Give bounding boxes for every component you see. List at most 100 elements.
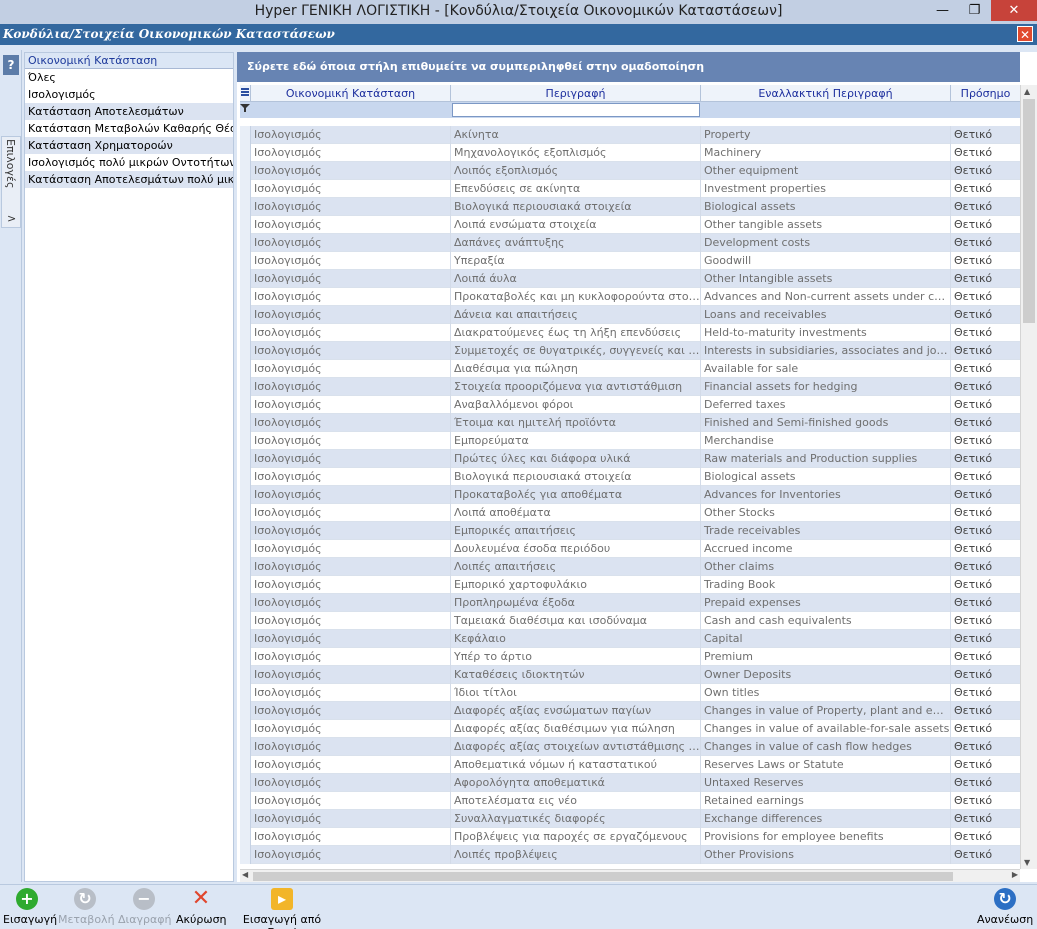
cell-sign[interactable]: Θετικό xyxy=(951,504,1020,522)
cell-sign[interactable]: Θετικό xyxy=(951,360,1020,378)
filter-statement[interactable] xyxy=(251,103,451,117)
scroll-left-icon[interactable]: ◀ xyxy=(242,870,248,879)
cell-description[interactable]: Λοιπά ενσώματα στοιχεία xyxy=(451,216,701,234)
cell-sign[interactable]: Θετικό xyxy=(951,648,1020,666)
row-selector[interactable] xyxy=(240,720,251,738)
cell-description[interactable]: Εμπορικές απαιτήσεις xyxy=(451,522,701,540)
cell-statement[interactable]: Ισολογισμός xyxy=(251,450,451,468)
row-selector[interactable] xyxy=(240,522,251,540)
table-row[interactable]: Ισολογισμός Διαφορές αξίας διαθέσιμων για… xyxy=(240,720,1020,738)
insert-button[interactable]: + Εισαγωγή xyxy=(3,888,57,926)
row-selector[interactable] xyxy=(240,324,251,342)
row-selector[interactable] xyxy=(240,396,251,414)
cell-statement[interactable]: Ισολογισμός xyxy=(251,810,451,828)
cell-description[interactable]: Αποθεματικά νόμων ή καταστατικού xyxy=(451,756,701,774)
table-row[interactable]: Ισολογισμός Προπληρωμένα έξοδα Prepaid exp… xyxy=(240,594,1020,612)
window-close-button[interactable]: ✕ xyxy=(991,0,1037,21)
table-row[interactable]: Ισολογισμός Λοιπά άυλα Other Intangible as… xyxy=(240,270,1020,288)
cell-alt-description[interactable]: Property xyxy=(701,126,951,144)
table-row[interactable]: Ισολογισμός Λοιπά ενσώματα στοιχεία Other … xyxy=(240,216,1020,234)
row-selector[interactable] xyxy=(240,810,251,828)
cell-alt-description[interactable]: Accrued income xyxy=(701,540,951,558)
table-row[interactable]: Ισολογισμός Διακρατούμενες έως τη λήξη επ… xyxy=(240,324,1020,342)
row-selector[interactable] xyxy=(240,288,251,306)
cell-description[interactable]: Υπεραξία xyxy=(451,252,701,270)
cell-statement[interactable]: Ισολογισμός xyxy=(251,306,451,324)
cell-statement[interactable]: Ισολογισμός xyxy=(251,198,451,216)
row-selector[interactable] xyxy=(240,450,251,468)
cell-statement[interactable]: Ισολογισμός xyxy=(251,234,451,252)
cell-statement[interactable]: Ισολογισμός xyxy=(251,342,451,360)
row-selector[interactable] xyxy=(240,378,251,396)
table-row[interactable]: Ισολογισμός Αποθεματικά νόμων ή καταστατι… xyxy=(240,756,1020,774)
cell-sign[interactable]: Θετικό xyxy=(951,396,1020,414)
cell-sign[interactable]: Θετικό xyxy=(951,162,1020,180)
refresh-button[interactable]: ↻ Ανανέωση xyxy=(977,888,1033,926)
row-selector[interactable] xyxy=(240,414,251,432)
cell-statement[interactable]: Ισολογισμός xyxy=(251,540,451,558)
row-selector[interactable] xyxy=(240,684,251,702)
cell-description[interactable]: Προκαταβολές για αποθέματα xyxy=(451,486,701,504)
cell-description[interactable]: Διαφορές αξίας ενσώματων παγίων xyxy=(451,702,701,720)
cell-sign[interactable]: Θετικό xyxy=(951,180,1020,198)
table-row[interactable]: Ισολογισμός Εμπορικές απαιτήσεις Trade rec… xyxy=(240,522,1020,540)
cell-sign[interactable]: Θετικό xyxy=(951,774,1020,792)
row-selector[interactable] xyxy=(240,342,251,360)
row-selector[interactable] xyxy=(240,612,251,630)
category-item[interactable]: Κατάσταση Αποτελεσμάτων xyxy=(25,103,233,120)
cell-description[interactable]: Εμπορικό χαρτοφυλάκιο xyxy=(451,576,701,594)
row-selector[interactable] xyxy=(240,630,251,648)
cell-alt-description[interactable]: Changes in value of available-for-sale a… xyxy=(701,720,951,738)
restore-button[interactable]: ❐ xyxy=(961,0,988,21)
cell-description[interactable]: Συναλλαγματικές διαφορές xyxy=(451,810,701,828)
cell-sign[interactable]: Θετικό xyxy=(951,792,1020,810)
filter-alt-description[interactable] xyxy=(701,103,951,117)
cell-alt-description[interactable]: Machinery xyxy=(701,144,951,162)
row-selector[interactable] xyxy=(240,756,251,774)
cell-sign[interactable]: Θετικό xyxy=(951,216,1020,234)
cell-description[interactable]: Βιολογικά περιουσιακά στοιχεία xyxy=(451,468,701,486)
cell-alt-description[interactable]: Loans and receivables xyxy=(701,306,951,324)
cell-statement[interactable]: Ισολογισμός xyxy=(251,252,451,270)
row-selector[interactable] xyxy=(240,828,251,846)
scroll-right-icon[interactable]: ▶ xyxy=(1012,870,1018,879)
cell-sign[interactable]: Θετικό xyxy=(951,828,1020,846)
cell-statement[interactable]: Ισολογισμός xyxy=(251,324,451,342)
row-selector[interactable] xyxy=(240,792,251,810)
cell-statement[interactable]: Ισολογισμός xyxy=(251,468,451,486)
cell-description[interactable]: Βιολογικά περιουσιακά στοιχεία xyxy=(451,198,701,216)
table-row[interactable]: Ισολογισμός Λοιπός εξοπλισμός Other equipm… xyxy=(240,162,1020,180)
table-row[interactable]: Ισολογισμός Διαφορές αξίας στοιχείων αντι… xyxy=(240,738,1020,756)
category-item[interactable]: Ισολογισμός πολύ μικρών Οντοτήτων xyxy=(25,154,233,171)
cell-alt-description[interactable]: Prepaid expenses xyxy=(701,594,951,612)
row-selector[interactable] xyxy=(240,216,251,234)
cell-statement[interactable]: Ισολογισμός xyxy=(251,594,451,612)
cell-description[interactable]: Προβλέψεις για παροχές σε εργαζόμενους xyxy=(451,828,701,846)
table-row[interactable]: Ισολογισμός Συμμετοχές σε θυγατρικές, συγ… xyxy=(240,342,1020,360)
row-selector[interactable] xyxy=(240,594,251,612)
cell-statement[interactable]: Ισολογισμός xyxy=(251,486,451,504)
cell-description[interactable]: Ίδιοι τίτλοι xyxy=(451,684,701,702)
cell-statement[interactable]: Ισολογισμός xyxy=(251,630,451,648)
table-row[interactable]: Ισολογισμός Λοιπές απαιτήσεις Other claims… xyxy=(240,558,1020,576)
cell-sign[interactable]: Θετικό xyxy=(951,306,1020,324)
cell-alt-description[interactable]: Own titles xyxy=(701,684,951,702)
table-row[interactable]: Ισολογισμός Διαφορές αξίας ενσώματων παγί… xyxy=(240,702,1020,720)
row-selector[interactable] xyxy=(240,702,251,720)
cell-statement[interactable]: Ισολογισμός xyxy=(251,828,451,846)
cell-description[interactable]: Δουλευμένα έσοδα περιόδου xyxy=(451,540,701,558)
cell-alt-description[interactable]: Exchange differences xyxy=(701,810,951,828)
cell-statement[interactable]: Ισολογισμός xyxy=(251,360,451,378)
cell-sign[interactable]: Θετικό xyxy=(951,756,1020,774)
horizontal-scroll-thumb[interactable] xyxy=(253,872,953,881)
cell-alt-description[interactable]: Untaxed Reserves xyxy=(701,774,951,792)
cell-sign[interactable]: Θετικό xyxy=(951,324,1020,342)
cell-statement[interactable]: Ισολογισμός xyxy=(251,846,451,864)
cell-description[interactable]: Δαπάνες ανάπτυξης xyxy=(451,234,701,252)
cell-alt-description[interactable]: Investment properties xyxy=(701,180,951,198)
cell-description[interactable]: Πρώτες ύλες και διάφορα υλικά xyxy=(451,450,701,468)
row-selector[interactable] xyxy=(240,648,251,666)
table-row[interactable]: Ισολογισμός Προκαταβολές για αποθέματα Adv… xyxy=(240,486,1020,504)
cell-alt-description[interactable]: Premium xyxy=(701,648,951,666)
table-row[interactable]: Ισολογισμός Διαθέσιμα για πώληση Available… xyxy=(240,360,1020,378)
